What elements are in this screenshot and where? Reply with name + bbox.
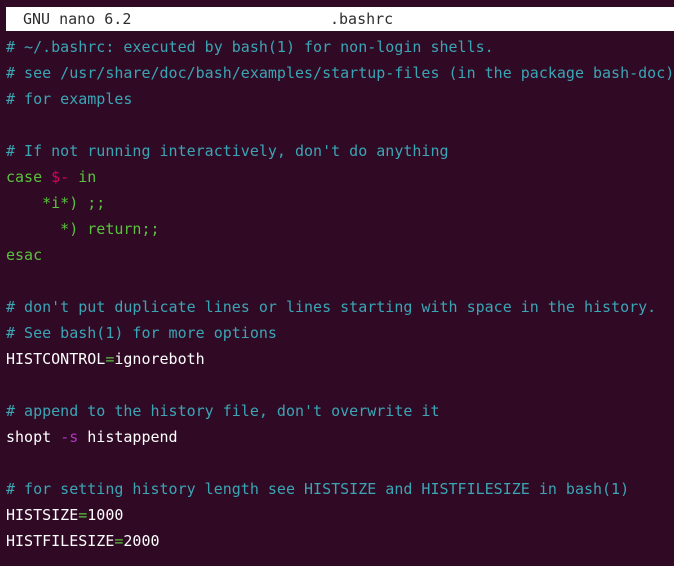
- editor-line[interactable]: # see /usr/share/doc/bash/examples/start…: [6, 60, 674, 86]
- editor-line[interactable]: # append to the history file, don't over…: [6, 398, 674, 424]
- code-token: 1000: [87, 506, 124, 524]
- editor-line[interactable]: HISTCONTROL=ignoreboth: [6, 346, 674, 372]
- editor-line[interactable]: # don't put duplicate lines or lines sta…: [6, 294, 674, 320]
- code-token: # for examples: [6, 90, 133, 108]
- editor-line[interactable]: case $- in: [6, 164, 674, 190]
- editor-line[interactable]: *i*) ;;: [6, 190, 674, 216]
- editor-text-area[interactable]: # ~/.bashrc: executed by bash(1) for non…: [6, 34, 674, 554]
- code-token: 2000: [123, 532, 160, 550]
- code-token: HISTSIZE: [6, 506, 79, 524]
- app-title: GNU nano 6.2: [23, 10, 132, 28]
- code-token: $-: [51, 168, 70, 186]
- editor-line[interactable]: esac: [6, 242, 674, 268]
- editor-line[interactable]: # for setting history length see HISTSIZ…: [6, 476, 674, 502]
- editor-line[interactable]: shopt -s histappend: [6, 424, 674, 450]
- code-token: shopt: [6, 428, 61, 446]
- code-token: HISTCONTROL: [6, 350, 106, 368]
- code-token: in: [69, 168, 97, 186]
- code-token: ;;: [141, 220, 160, 238]
- code-token: # for setting history length see HISTSIZ…: [6, 480, 630, 498]
- editor-line[interactable]: *) return;;: [6, 216, 674, 242]
- code-token: *i*) ;;: [6, 194, 106, 212]
- code-token: ignoreboth: [114, 350, 205, 368]
- editor-line[interactable]: # ~/.bashrc: executed by bash(1) for non…: [6, 34, 674, 60]
- code-token: # If not running interactively, don't do…: [6, 142, 449, 160]
- code-token: =: [78, 506, 88, 524]
- editor-line[interactable]: [6, 268, 674, 294]
- code-token: histappend: [78, 428, 178, 446]
- editor-line[interactable]: # for examples: [6, 86, 674, 112]
- code-token: HISTFILESIZE: [6, 532, 115, 550]
- code-token: case: [6, 168, 52, 186]
- nano-title-bar: GNU nano 6.2 .bashrc: [6, 7, 674, 31]
- file-name: .bashrc: [330, 10, 394, 28]
- editor-line[interactable]: [6, 372, 674, 398]
- code-token: # See bash(1) for more options: [6, 324, 277, 342]
- code-token: esac: [6, 246, 43, 264]
- editor-line[interactable]: [6, 112, 674, 138]
- editor-line[interactable]: # See bash(1) for more options: [6, 320, 674, 346]
- code-token: return: [87, 220, 142, 238]
- code-token: # don't put duplicate lines or lines sta…: [6, 298, 657, 316]
- editor-line[interactable]: HISTSIZE=1000: [6, 502, 674, 528]
- code-token: # append to the history file, don't over…: [6, 402, 440, 420]
- code-token: # ~/.bashrc: executed by bash(1) for non…: [6, 38, 494, 56]
- code-token: # see /usr/share/doc/bash/examples/start…: [6, 64, 674, 82]
- editor-line[interactable]: # If not running interactively, don't do…: [6, 138, 674, 164]
- code-token: *): [6, 220, 88, 238]
- editor-line[interactable]: HISTFILESIZE=2000: [6, 528, 674, 554]
- code-token: -s: [60, 428, 79, 446]
- editor-line[interactable]: [6, 450, 674, 476]
